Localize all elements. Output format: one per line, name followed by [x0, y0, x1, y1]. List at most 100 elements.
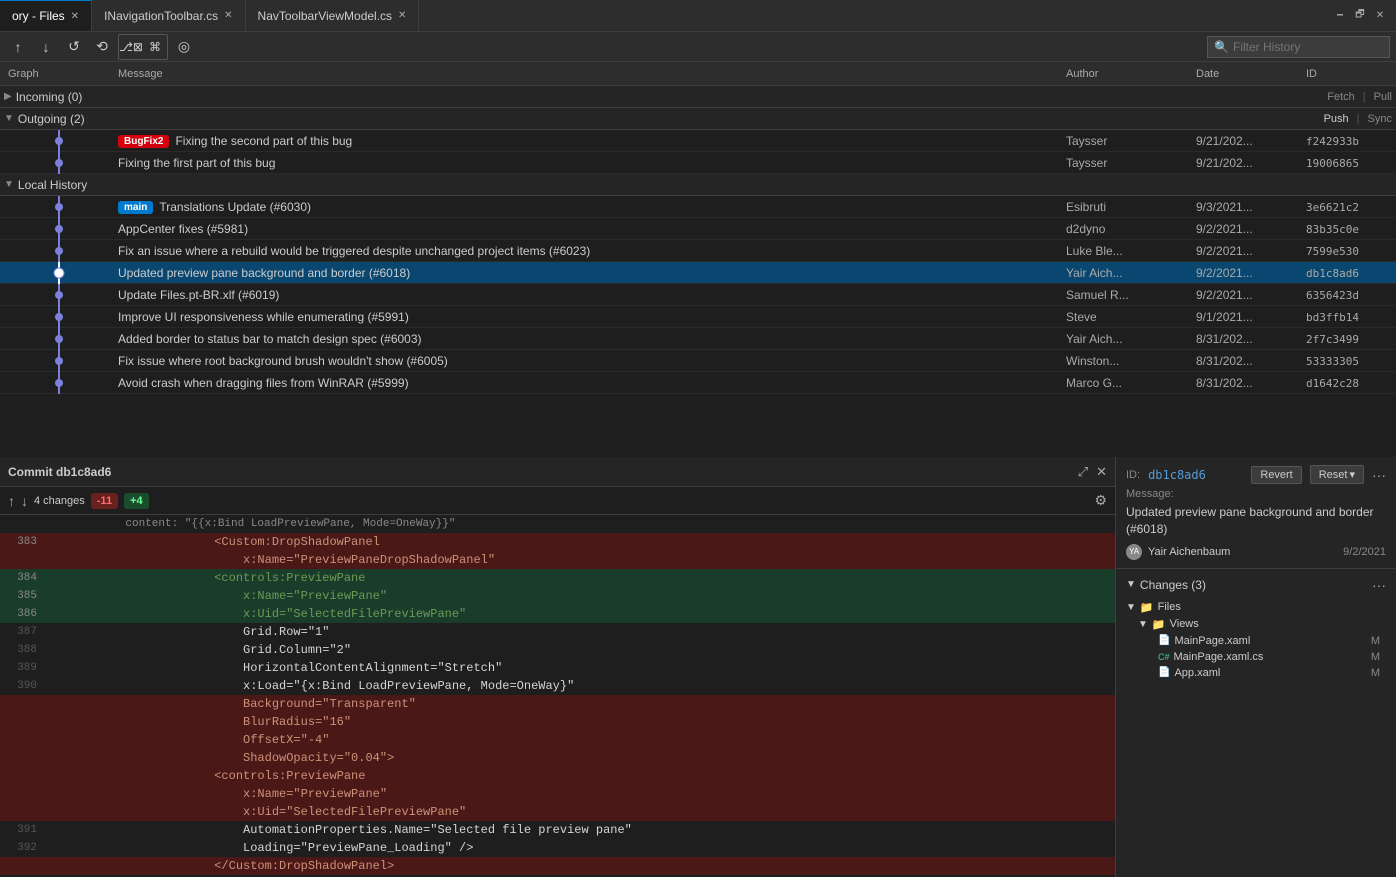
fetch-btn[interactable]: ⟲ — [90, 35, 114, 59]
local-commit-8[interactable]: Fix issue where root background brush wo… — [0, 350, 1396, 372]
local-commit-3[interactable]: Fix an issue where a rebuild would be tr… — [0, 240, 1396, 262]
line-gutter-385 — [45, 587, 95, 605]
line-num-388: 388 — [0, 641, 45, 659]
filter-input[interactable] — [1233, 40, 1383, 54]
pull-action[interactable]: Pull — [1374, 91, 1392, 103]
local-commit-5[interactable]: Update Files.pt-BR.xlf (#6019) Samuel R.… — [0, 284, 1396, 306]
branch-btn2[interactable]: ⌘ — [143, 35, 167, 59]
file-app-xaml[interactable]: 📄 App.xaml M — [1150, 665, 1386, 681]
tab-navtoolbar-label: NavToolbarViewModel.cs — [258, 9, 393, 23]
outgoing-commit-2[interactable]: Fixing the first part of this bug Taysse… — [0, 152, 1396, 174]
id-loc2: 83b35c0e — [1302, 223, 1392, 236]
outgoing-section[interactable]: ▼ Outgoing (2) Push | Sync — [0, 108, 1396, 130]
line-num-del8 — [0, 857, 45, 875]
graph-line-loc3 — [24, 240, 94, 262]
tab-inavigation[interactable]: INavigationToolbar.cs ✕ — [92, 0, 245, 31]
tab-files[interactable]: ory - Files ✕ — [0, 0, 92, 31]
date-loc9: 8/31/202... — [1192, 376, 1302, 390]
date-loc4: 9/2/2021... — [1192, 266, 1302, 280]
graph-line-loc8 — [24, 350, 94, 372]
more-options-icon[interactable]: ··· — [1372, 467, 1386, 483]
commit-header: Commit db1c8ad6 ⤢ ✕ — [0, 457, 1115, 487]
settings-btn[interactable]: ◎ — [172, 35, 196, 59]
date-loc2: 9/2/2021... — [1192, 222, 1302, 236]
maximize-icon[interactable]: 🗗 — [1352, 8, 1368, 24]
author-loc3: Luke Ble... — [1062, 244, 1192, 258]
git-history-panel: Graph Message Author Date ID ▶ Incoming … — [0, 62, 1396, 457]
minimize-icon[interactable]: 🗕 — [1332, 8, 1348, 24]
title-bar: ory - Files ✕ INavigationToolbar.cs ✕ Na… — [0, 0, 1396, 32]
folder-label-files: Files — [1158, 601, 1181, 613]
tab-navtoolbar[interactable]: NavToolbarViewModel.cs ✕ — [246, 0, 420, 31]
local-commit-2[interactable]: AppCenter fixes (#5981) d2dyno 9/2/2021.… — [0, 218, 1396, 240]
code-line-del4: ShadowOpacity="0.04"> — [0, 749, 1115, 767]
tab-inavigation-close[interactable]: ✕ — [224, 10, 232, 21]
expand-icon[interactable]: ⤢ — [1078, 464, 1088, 480]
line-num-del3 — [0, 731, 45, 749]
date-loc8: 8/31/202... — [1192, 354, 1302, 368]
code-area[interactable]: content: "{{x:Bind LoadPreviewPane, Mode… — [0, 515, 1115, 877]
diff-settings-icon[interactable]: ⚙ — [1094, 492, 1107, 509]
history-body: ▶ Incoming (0) Fetch | Pull ▼ Outgoing (… — [0, 86, 1396, 457]
changes-more-icon[interactable]: ··· — [1372, 577, 1386, 593]
local-commit-9[interactable]: Avoid crash when dragging files from Win… — [0, 372, 1396, 394]
outgoing-arrow: ▼ — [4, 113, 14, 124]
graph-cell-loc1 — [4, 196, 114, 218]
graph-line-out1 — [24, 130, 94, 152]
local-section[interactable]: ▼ Local History — [0, 174, 1396, 196]
date-loc3: 9/2/2021... — [1192, 244, 1302, 258]
tab-inavigation-label: INavigationToolbar.cs — [104, 9, 218, 23]
local-commit-7[interactable]: Added border to status bar to match desi… — [0, 328, 1396, 350]
date-loc7: 8/31/202... — [1192, 332, 1302, 346]
outgoing-commit-1[interactable]: BugFix2 Fixing the second part of this b… — [0, 130, 1396, 152]
author-loc9: Marco G... — [1062, 376, 1192, 390]
fetch-action[interactable]: Fetch — [1327, 91, 1355, 103]
push-action[interactable]: Push — [1324, 113, 1349, 125]
sync-action[interactable]: Sync — [1368, 113, 1392, 125]
close-icon[interactable]: ✕ — [1372, 8, 1388, 24]
graph-line-loc5 — [24, 284, 94, 306]
code-line-del1: Background="Transparent" — [0, 695, 1115, 713]
down-btn[interactable]: ↓ — [34, 35, 58, 59]
local-commit-6[interactable]: Improve UI responsiveness while enumerat… — [0, 306, 1396, 328]
incoming-label: Incoming (0) — [16, 90, 83, 104]
msg-cell-out1: BugFix2 Fixing the second part of this b… — [114, 134, 1062, 148]
file-mainpage-xaml[interactable]: 📄 MainPage.xaml M — [1150, 633, 1386, 649]
file-status-mainpage-cs: M — [1371, 651, 1386, 663]
nav-down-btn[interactable]: ↓ — [21, 493, 28, 509]
code-line-ctx: content: "{{x:Bind LoadPreviewPane, Mode… — [0, 515, 1115, 533]
local-commit-1[interactable]: main Translations Update (#6030) Esibrut… — [0, 196, 1396, 218]
refresh-btn[interactable]: ↑ — [6, 35, 30, 59]
line-gutter-389 — [45, 659, 95, 677]
tree-folder-views[interactable]: ▼ 📁 Views — [1138, 616, 1386, 633]
code-line-392: 392 Loading="PreviewPane_Loading" /> — [0, 839, 1115, 857]
line-gutter-391 — [45, 821, 95, 839]
add-badge: +4 — [124, 493, 149, 509]
changes-arrow: ▼ — [1126, 579, 1136, 590]
revert-button[interactable]: Revert — [1251, 466, 1301, 484]
line-gutter-del3 — [45, 731, 95, 749]
nav-up-btn[interactable]: ↑ — [8, 493, 15, 509]
close-commit-icon[interactable]: ✕ — [1096, 464, 1107, 480]
incoming-arrow: ▶ — [4, 91, 12, 102]
local-commit-4[interactable]: Updated preview pane background and bord… — [0, 262, 1396, 284]
graph-line-loc9 — [24, 372, 94, 394]
tree-folder-files[interactable]: ▼ 📁 Files — [1126, 599, 1386, 616]
undo-btn[interactable]: ↺ — [62, 35, 86, 59]
code-line-del7: x:Uid="SelectedFilePreviewPane" — [0, 803, 1115, 821]
graph-line-loc7 — [24, 328, 94, 350]
tab-files-label: ory - Files — [12, 9, 65, 23]
msg-cell-loc4: Updated preview pane background and bord… — [114, 266, 1062, 280]
line-num-del6 — [0, 785, 45, 803]
id-out1: f242933b — [1302, 135, 1392, 148]
file-mainpage-cs[interactable]: C# MainPage.xaml.cs M — [1150, 649, 1386, 665]
incoming-section[interactable]: ▶ Incoming (0) Fetch | Pull — [0, 86, 1396, 108]
line-gutter-386 — [45, 605, 95, 623]
line-gutter-384 — [45, 569, 95, 587]
branch-btn[interactable]: ⎇⊠ — [119, 35, 143, 59]
tab-navtoolbar-close[interactable]: ✕ — [398, 10, 406, 21]
changes-header[interactable]: ▼ Changes (3) ··· — [1126, 577, 1386, 593]
tab-files-close[interactable]: ✕ — [71, 11, 79, 22]
reset-button[interactable]: Reset ▾ — [1310, 465, 1364, 484]
code-line-del3: OffsetX="-4" — [0, 731, 1115, 749]
